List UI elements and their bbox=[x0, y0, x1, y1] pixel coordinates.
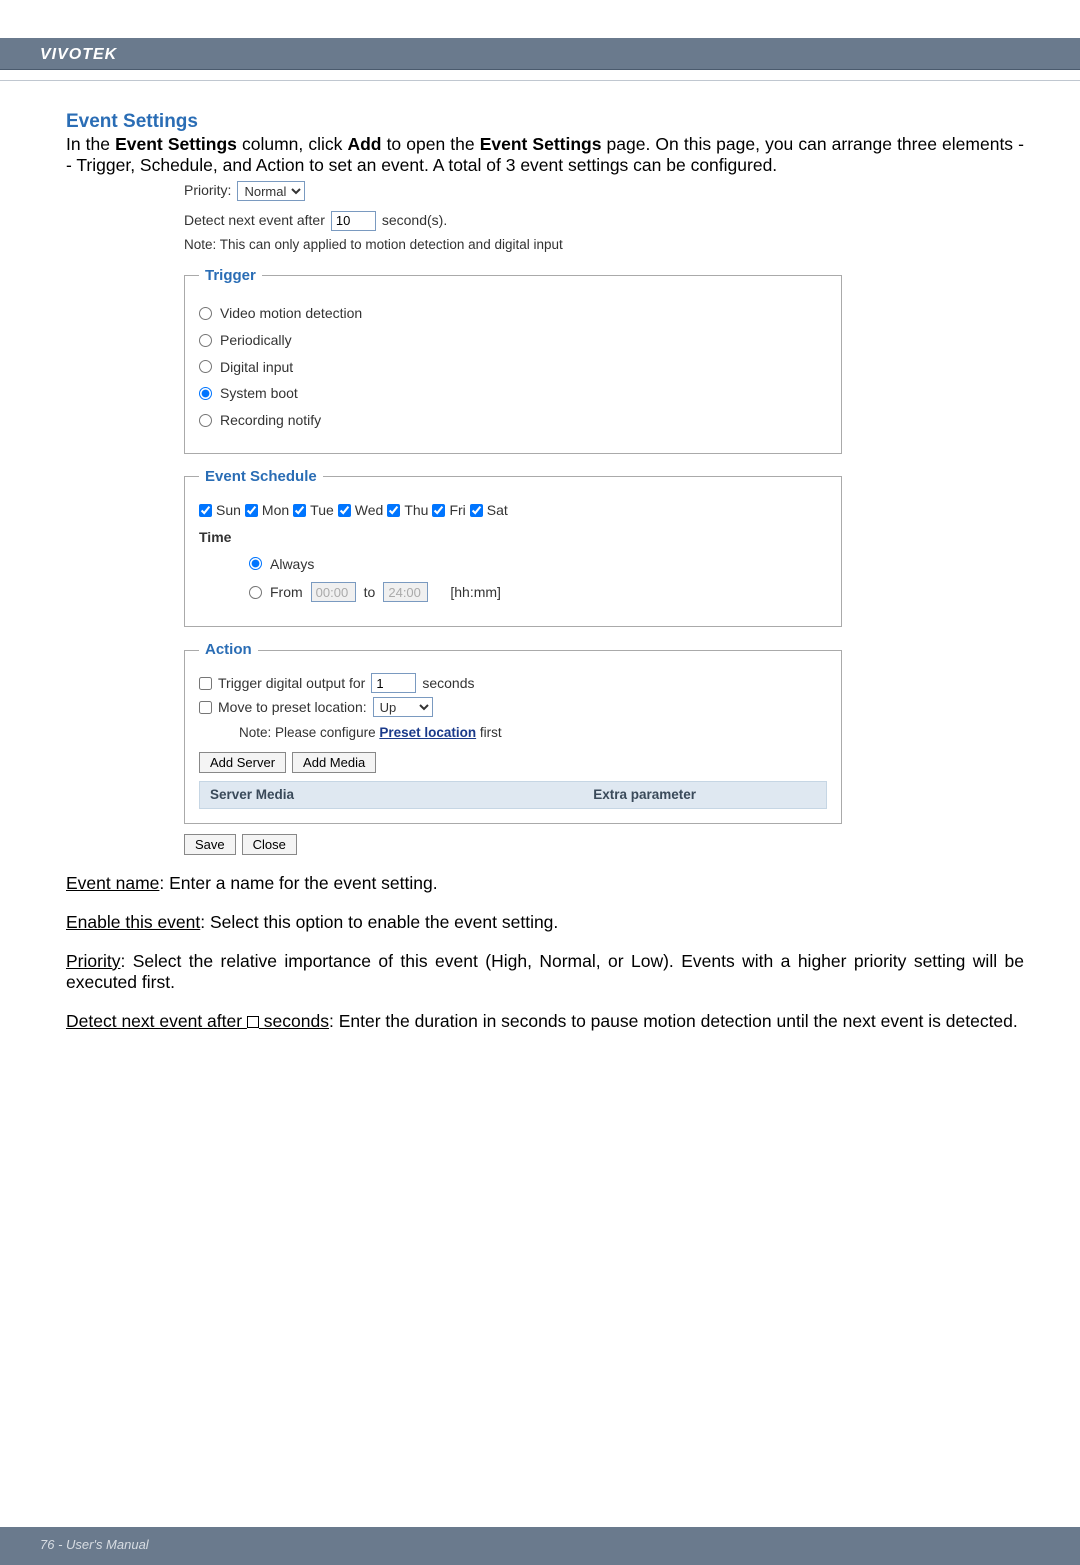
radio-periodically[interactable] bbox=[199, 334, 212, 347]
radio-video-motion[interactable] bbox=[199, 307, 212, 320]
time-from-input bbox=[311, 582, 356, 602]
chk-tue[interactable] bbox=[293, 504, 306, 517]
term-event-name: Event name bbox=[66, 873, 159, 893]
action-legend: Action bbox=[199, 641, 258, 659]
text: to open the bbox=[381, 134, 479, 154]
text-bold: Event Settings bbox=[115, 134, 237, 154]
desc-event-name: Event name: Enter a name for the event s… bbox=[66, 873, 1024, 894]
label-sat: Sat bbox=[487, 502, 508, 519]
term-enable-event: Enable this event bbox=[66, 912, 200, 932]
radio-recording-notify[interactable] bbox=[199, 414, 212, 427]
label-tue: Tue bbox=[310, 502, 334, 519]
priority-label: Priority: bbox=[184, 182, 231, 199]
label-fri: Fri bbox=[449, 502, 465, 519]
trigger-fieldset: Trigger Video motion detection Periodica… bbox=[184, 267, 842, 454]
chk-sat[interactable] bbox=[470, 504, 483, 517]
intro-paragraph: In the Event Settings column, click Add … bbox=[66, 134, 1024, 176]
term-priority: Priority bbox=[66, 951, 120, 971]
label-hhmm: [hh:mm] bbox=[450, 584, 501, 601]
text: Note: Please configure bbox=[239, 725, 379, 740]
header-brand: VIVOTEK bbox=[0, 38, 1080, 70]
text-bold: Event Settings bbox=[480, 134, 602, 154]
detect-seconds-input[interactable] bbox=[331, 211, 376, 231]
content-area: Event Settings In the Event Settings col… bbox=[0, 81, 1080, 1032]
header-divider bbox=[0, 70, 1080, 81]
add-server-button[interactable]: Add Server bbox=[199, 752, 286, 773]
label-sun: Sun bbox=[216, 502, 241, 519]
detect-label-pre: Detect next event after bbox=[184, 212, 325, 229]
detect-label-post: second(s). bbox=[382, 212, 447, 229]
event-settings-form: Priority: Normal Detect next event after… bbox=[184, 181, 844, 855]
label-to: to bbox=[364, 584, 376, 601]
label-always: Always bbox=[270, 556, 314, 573]
note-text: Note: This can only applied to motion de… bbox=[184, 237, 844, 253]
desc-detect-next: Detect next event after seconds: Enter t… bbox=[66, 1011, 1024, 1032]
extra-parameter-label: Extra parameter bbox=[593, 787, 696, 803]
action-note: Note: Please configure Preset location f… bbox=[239, 725, 827, 741]
chk-mon[interactable] bbox=[245, 504, 258, 517]
desc-priority: Priority: Select the relative importance… bbox=[66, 951, 1024, 993]
text: column, click bbox=[237, 134, 348, 154]
label-video-motion: Video motion detection bbox=[220, 305, 362, 322]
server-media-bar: Server Media Extra parameter bbox=[199, 781, 827, 809]
footer: 76 - User's Manual bbox=[0, 1527, 1080, 1565]
text: : Enter a name for the event setting. bbox=[159, 873, 437, 893]
chk-thu[interactable] bbox=[387, 504, 400, 517]
label-trigger-digital-post: seconds bbox=[422, 675, 474, 692]
text: : Select the relative importance of this… bbox=[66, 951, 1024, 992]
schedule-fieldset: Event Schedule Sun Mon Tue Wed Thu Fri S… bbox=[184, 468, 842, 627]
radio-always[interactable] bbox=[249, 557, 262, 570]
preset-location-link[interactable]: Preset location bbox=[379, 725, 476, 740]
schedule-legend: Event Schedule bbox=[199, 468, 323, 486]
label-thu: Thu bbox=[404, 502, 428, 519]
radio-digital-input[interactable] bbox=[199, 360, 212, 373]
chk-wed[interactable] bbox=[338, 504, 351, 517]
time-to-input bbox=[383, 582, 428, 602]
chk-fri[interactable] bbox=[432, 504, 445, 517]
chk-sun[interactable] bbox=[199, 504, 212, 517]
box-icon bbox=[247, 1016, 259, 1028]
text: first bbox=[476, 725, 502, 740]
label-recording-notify: Recording notify bbox=[220, 412, 321, 429]
desc-enable-event: Enable this event: Select this option to… bbox=[66, 912, 1024, 933]
label-from: From bbox=[270, 584, 303, 601]
trigger-digital-seconds-input[interactable] bbox=[371, 673, 416, 693]
label-digital-input: Digital input bbox=[220, 359, 293, 376]
term-detect-next: Detect next event after seconds bbox=[66, 1011, 329, 1031]
section-title: Event Settings bbox=[66, 111, 1024, 134]
text: In the bbox=[66, 134, 115, 154]
label-wed: Wed bbox=[355, 502, 384, 519]
text: : Select this option to enable the event… bbox=[200, 912, 558, 932]
text: : Enter the duration in seconds to pause… bbox=[329, 1011, 1018, 1031]
priority-select[interactable]: Normal bbox=[237, 181, 305, 201]
label-mon: Mon bbox=[262, 502, 289, 519]
add-media-button[interactable]: Add Media bbox=[292, 752, 376, 773]
chk-move-preset[interactable] bbox=[199, 701, 212, 714]
label-trigger-digital-pre: Trigger digital output for bbox=[218, 675, 365, 692]
server-media-label: Server Media bbox=[210, 787, 294, 803]
text-bold: Add bbox=[347, 134, 381, 154]
trigger-legend: Trigger bbox=[199, 267, 262, 285]
label-move-preset: Move to preset location: bbox=[218, 699, 367, 716]
move-preset-select[interactable]: Up bbox=[373, 697, 433, 717]
time-label: Time bbox=[199, 529, 827, 546]
radio-system-boot[interactable] bbox=[199, 387, 212, 400]
chk-trigger-digital-output[interactable] bbox=[199, 677, 212, 690]
radio-from[interactable] bbox=[249, 586, 262, 599]
close-button[interactable]: Close bbox=[242, 834, 297, 855]
action-fieldset: Action Trigger digital output for second… bbox=[184, 641, 842, 823]
label-periodically: Periodically bbox=[220, 332, 292, 349]
label-system-boot: System boot bbox=[220, 385, 298, 402]
save-button[interactable]: Save bbox=[184, 834, 236, 855]
